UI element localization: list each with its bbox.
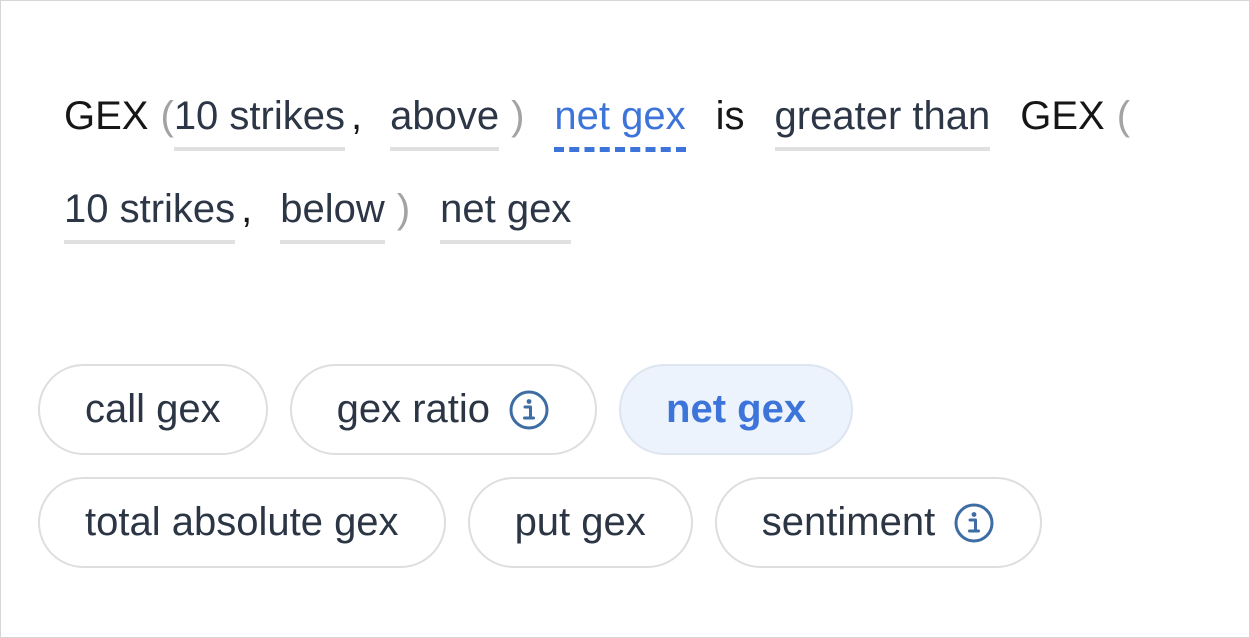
open-paren: ( <box>1116 94 1131 138</box>
function-name: GEX <box>1020 94 1105 138</box>
comparator-selector[interactable]: greater than <box>774 91 991 151</box>
is-label: is <box>715 94 745 138</box>
info-circle-icon[interactable] <box>508 389 550 431</box>
option-put-gex[interactable]: put gex <box>467 477 693 568</box>
metric-options-row-2: total absolute gex put gex sentiment <box>38 477 1043 568</box>
option-label: sentiment <box>761 500 936 544</box>
direction-selector[interactable]: below <box>280 184 385 244</box>
strikes-selector[interactable]: 10 strikes <box>173 91 345 151</box>
option-label: put gex <box>514 500 646 544</box>
strikes-selector[interactable]: 10 strikes <box>64 184 236 244</box>
open-paren: ( <box>160 94 174 138</box>
option-total-absolute-gex[interactable]: total absolute gex <box>38 477 446 568</box>
option-label: net gex <box>666 387 807 431</box>
comma: , <box>241 187 253 231</box>
expression-line-1: GEX ( 10 strikes , above ) net gex is gr… <box>64 91 1131 152</box>
option-label: total absolute gex <box>85 500 399 544</box>
metric-selector-active[interactable]: net gex <box>554 91 686 152</box>
close-paren: ) <box>396 187 411 231</box>
query-builder-panel: GEX ( 10 strikes , above ) net gex is gr… <box>0 0 1250 638</box>
option-label: call gex <box>85 387 221 431</box>
option-net-gex[interactable]: net gex <box>619 364 854 455</box>
close-paren: ) <box>511 94 525 138</box>
expression-line-2: 10 strikes , below ) net gex <box>64 184 572 244</box>
function-name: GEX <box>64 94 149 138</box>
direction-selector[interactable]: above <box>390 91 500 151</box>
option-label: gex ratio <box>336 387 491 431</box>
option-gex-ratio[interactable]: gex ratio <box>289 364 598 455</box>
option-sentiment[interactable]: sentiment <box>714 477 1043 568</box>
comma: , <box>350 94 363 138</box>
metric-options-row-1: call gex gex ratio net gex <box>38 364 854 455</box>
info-circle-icon[interactable] <box>953 502 995 544</box>
metric-selector[interactable]: net gex <box>440 184 572 244</box>
option-call-gex[interactable]: call gex <box>38 364 268 455</box>
